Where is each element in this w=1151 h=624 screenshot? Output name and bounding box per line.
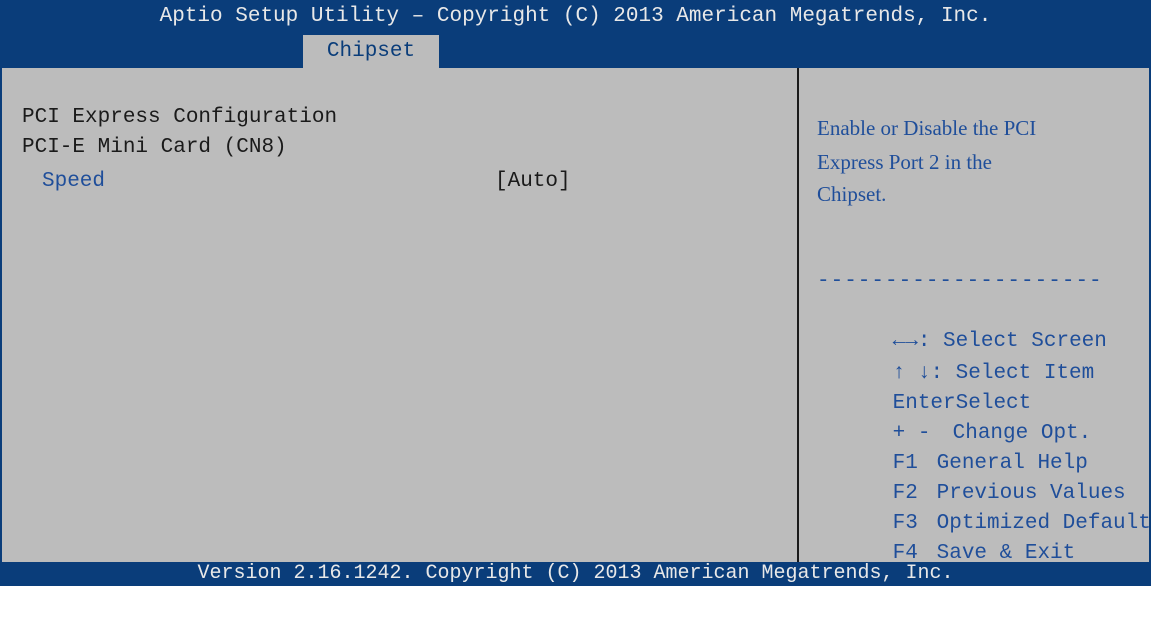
help-panel: Enable or Disable the PCI Express Port 2…	[799, 68, 1151, 593]
title-bar: Aptio Setup Utility – Copyright (C) 2013…	[2, 2, 1149, 32]
bios-window: Aptio Setup Utility – Copyright (C) 2013…	[0, 0, 1151, 593]
tab-chipset[interactable]: Chipset	[303, 35, 439, 68]
status-bar: Version 2.16.1242. Copyright (C) 2013 Am…	[2, 562, 1149, 586]
section-title: PCI Express Configuration	[22, 106, 338, 129]
help-description-line: Enable or Disable the PCI	[817, 116, 1037, 140]
subsection-title: PCI-E Mini Card (CN8)	[22, 136, 287, 159]
setting-speed-value[interactable]: [Auto]	[495, 168, 571, 196]
setting-speed-label[interactable]: Speed	[42, 168, 105, 196]
help-description-line: Express Port 2 in the	[817, 150, 992, 174]
tab-bar: Chipset	[2, 32, 1149, 68]
help-separator: ---------------------	[817, 270, 1103, 293]
settings-panel: PCI Express Configuration PCI-E Mini Car…	[2, 68, 797, 562]
help-description-line: Chipset.	[817, 182, 887, 206]
